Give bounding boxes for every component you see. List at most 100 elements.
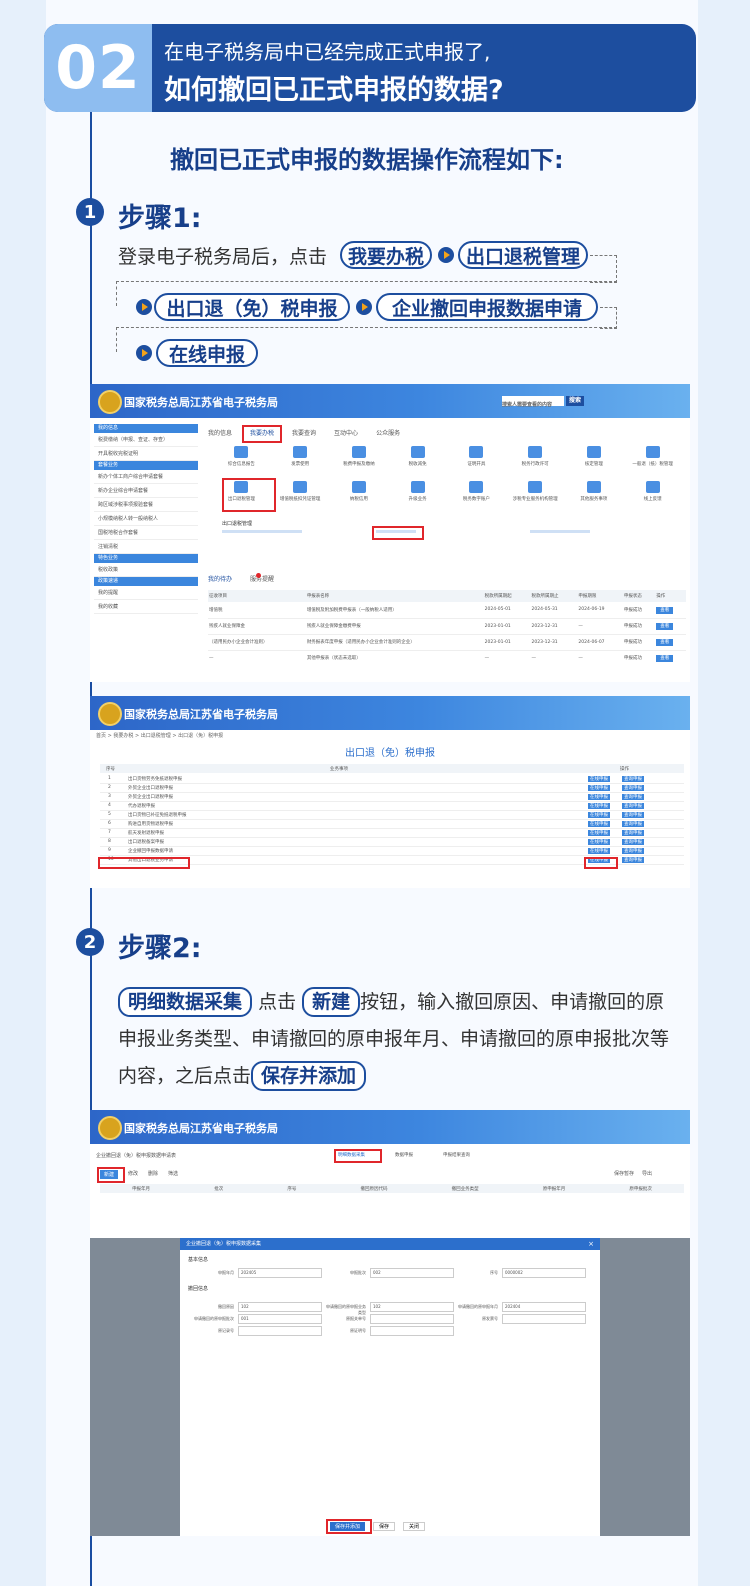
field-input[interactable]: 001: [238, 1314, 322, 1324]
function-item[interactable]: 升级业务: [388, 481, 447, 502]
tab-my-todo[interactable]: 我的待办: [208, 574, 232, 583]
function-item[interactable]: 证明开具: [447, 446, 506, 467]
query-declare-button[interactable]: 查询申报: [622, 803, 644, 809]
sidebar-item[interactable]: 税收政策: [94, 563, 198, 577]
export-button[interactable]: 导出: [642, 1170, 652, 1177]
sidebar-item[interactable]: 开具税收完税证明: [94, 447, 198, 461]
function-item[interactable]: 税费申报及缴纳: [330, 446, 389, 467]
sidebar-item[interactable]: 税费缴纳（申报、查证、存查）: [94, 433, 198, 447]
query-declare-button[interactable]: 查询申报: [622, 830, 644, 836]
submenu-link[interactable]: [222, 530, 302, 533]
sidebar-head: 套餐业务: [94, 461, 198, 470]
sidebar-item[interactable]: 新办企业综合申请套餐: [94, 484, 198, 498]
header-line-2: 如何撤回已正式申报的数据?: [164, 75, 504, 106]
query-declare-button[interactable]: 查询申报: [622, 839, 644, 845]
online-declare-button[interactable]: 在线申报: [588, 776, 610, 782]
field-input[interactable]: 0000002: [502, 1268, 586, 1278]
save-draft-button[interactable]: 保存暂存: [614, 1170, 634, 1177]
field-input[interactable]: 002: [370, 1268, 454, 1278]
online-declare-button[interactable]: 在线申报: [588, 812, 610, 818]
function-item[interactable]: 其他服务事项: [565, 481, 624, 502]
field-input[interactable]: [502, 1314, 586, 1324]
section-withdraw: 撤回信息: [188, 1286, 209, 1292]
tab-query[interactable]: 我要查询: [292, 428, 316, 440]
declare-list: 1 出口货物劳务免抵退税申报 在线申报 查询申报 2 外贸企业出口退税申报 在线申报 查询申报…: [100, 775, 684, 865]
sidebar-item[interactable]: 注销清税: [94, 540, 198, 554]
view-button[interactable]: 查看: [656, 606, 674, 614]
site-title: 国家税务总局江苏省电子税务局: [124, 396, 278, 409]
function-item[interactable]: 税务行政许可: [506, 446, 565, 467]
search-input[interactable]: 搜索人需要查看的内容: [502, 396, 564, 408]
tab-public-service[interactable]: 公众服务: [376, 428, 400, 440]
page-heading: 出口退（免）税申报: [345, 748, 435, 759]
online-declare-button[interactable]: 在线申报: [588, 821, 610, 827]
online-declare-button[interactable]: 在线申报: [588, 785, 610, 791]
query-declare-button[interactable]: 查询申报: [622, 848, 644, 854]
online-declare-button[interactable]: 在线申报: [588, 794, 610, 800]
function-item[interactable]: 税务数字账户: [447, 481, 506, 502]
query-declare-button[interactable]: 查询申报: [622, 776, 644, 782]
form-field: 原报关单号: [326, 1314, 454, 1324]
form-field: 申报年月 202405: [194, 1268, 322, 1278]
function-item[interactable]: 纳税信用: [330, 481, 389, 502]
sidebar-item[interactable]: 我的收藏: [94, 600, 198, 614]
field-input[interactable]: 102: [370, 1302, 454, 1312]
field-input[interactable]: 202404: [502, 1302, 586, 1312]
sidebar-item[interactable]: 小规模纳税人转一般纳税人: [94, 512, 198, 526]
highlight-withdraw-row: [98, 857, 190, 869]
filter-button[interactable]: 筛选: [168, 1170, 178, 1179]
pill-export-refund-mgmt: 出口退税管理: [458, 241, 588, 269]
field-input[interactable]: 102: [238, 1302, 322, 1312]
online-declare-button[interactable]: 在线申报: [588, 830, 610, 836]
sidebar-item[interactable]: 我的提醒: [94, 586, 198, 600]
query-declare-button[interactable]: 查询申报: [622, 821, 644, 827]
save-button[interactable]: 保存: [373, 1522, 396, 1531]
function-item[interactable]: 综合信息报告: [212, 446, 271, 467]
submenu-link[interactable]: [530, 530, 590, 533]
online-declare-button[interactable]: 在线申报: [588, 848, 610, 854]
sidebar-item[interactable]: 新办个体工商户综合申请套餐: [94, 470, 198, 484]
view-button[interactable]: 查看: [656, 639, 674, 646]
field-input[interactable]: [238, 1326, 322, 1336]
sidebar-item[interactable]: 国税地税合作套餐: [94, 526, 198, 540]
view-button[interactable]: 查看: [656, 655, 674, 663]
edit-button[interactable]: 修改: [128, 1170, 138, 1179]
function-item[interactable]: 增值税抵扣凭证管理: [271, 481, 330, 502]
stepper-step[interactable]: 数据申报: [395, 1152, 413, 1158]
field-input[interactable]: 202405: [238, 1268, 322, 1278]
close-button[interactable]: 关闭: [403, 1522, 426, 1531]
online-declare-button[interactable]: 在线申报: [588, 839, 610, 845]
grid-header: 申报年月 批次 序号 撤回原因代码 撤回业务类型 原申报年月 原申报批次: [100, 1184, 684, 1193]
function-item[interactable]: 核定管理: [565, 446, 624, 467]
tab-my-info[interactable]: 我的信息: [208, 428, 232, 440]
field-input[interactable]: [370, 1326, 454, 1336]
function-item[interactable]: 涉税专业服务机构管理: [506, 481, 565, 502]
list-item: 2 外贸企业出口退税申报 在线申报 查询申报: [100, 784, 684, 793]
submenu-title: 出口退税管理: [222, 521, 253, 527]
search-button[interactable]: 搜索: [566, 396, 584, 406]
row-label: 出口货物劳务免抵退税申报: [128, 777, 182, 782]
query-declare-button[interactable]: 查询申报: [622, 794, 644, 800]
tab-service-reminder[interactable]: 服务提醒: [250, 574, 274, 583]
highlight-declare-link: [372, 526, 424, 540]
close-icon[interactable]: ×: [588, 1240, 594, 1248]
field-input[interactable]: [370, 1314, 454, 1324]
sidebar-item[interactable]: 跨区域涉税事项报验套餐: [94, 498, 198, 512]
view-button[interactable]: 查看: [656, 623, 674, 630]
function-item[interactable]: 发票使用: [271, 446, 330, 467]
form-field: 序号 0000002: [458, 1268, 586, 1278]
function-item[interactable]: 线上反馈: [623, 481, 682, 502]
function-item[interactable]: 一般退（抵）税管理: [623, 446, 682, 467]
stepper-step[interactable]: 申报结果查询: [443, 1152, 470, 1158]
tab-interaction[interactable]: 互动中心: [334, 428, 358, 440]
function-icon: [351, 481, 366, 493]
function-item[interactable]: 税收减免: [388, 446, 447, 467]
sidebar-head: 特色业务: [94, 554, 198, 563]
online-declare-button[interactable]: 在线申报: [588, 803, 610, 809]
delete-button[interactable]: 删除: [148, 1170, 158, 1179]
query-declare-button[interactable]: 查询申报: [622, 785, 644, 791]
form-field: 原证明号: [326, 1326, 454, 1336]
query-declare-button[interactable]: 查询申报: [622, 857, 644, 863]
function-icon: [234, 446, 249, 458]
query-declare-button[interactable]: 查询申报: [622, 812, 644, 818]
